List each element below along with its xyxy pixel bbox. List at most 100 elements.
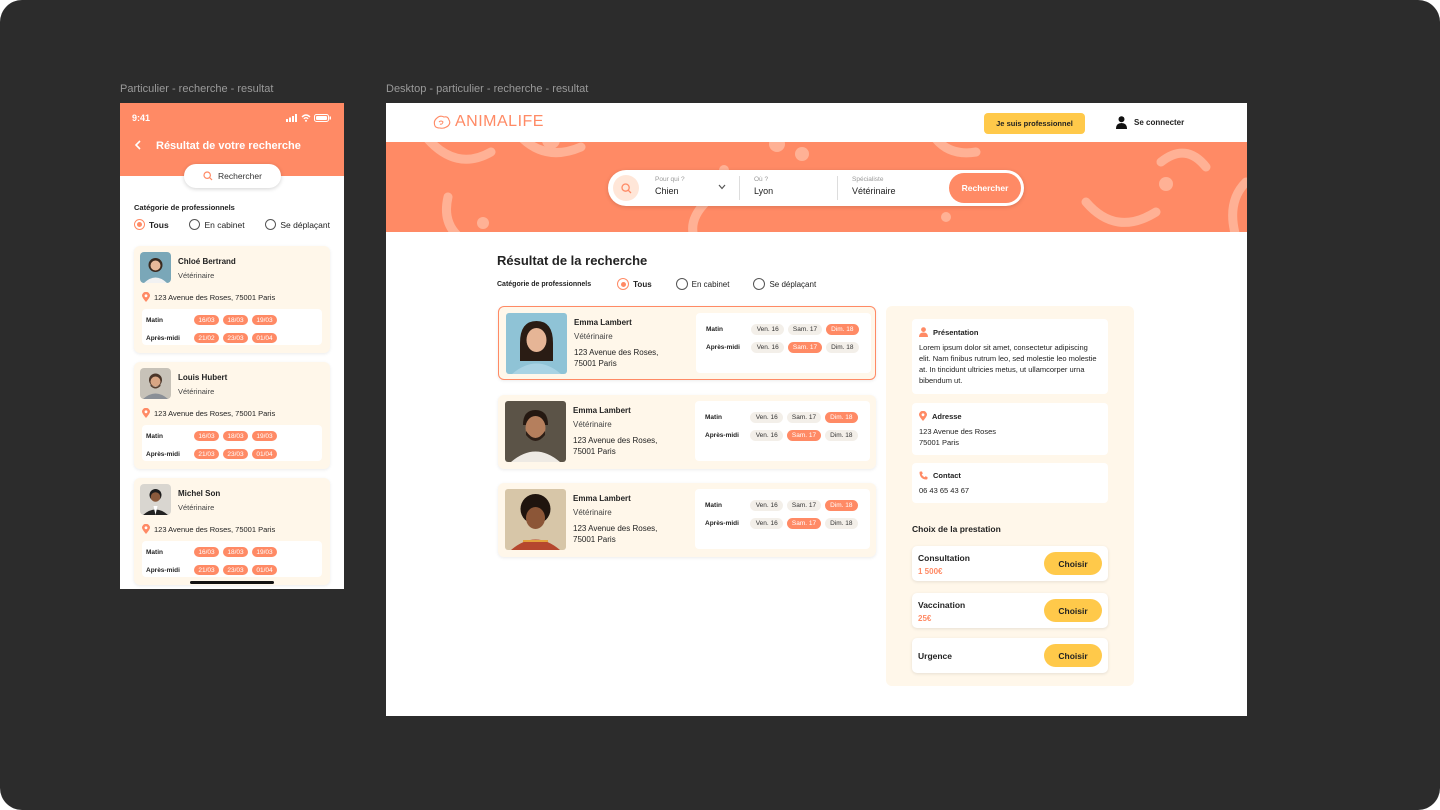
mobile-body: Catégorie de professionnels Tous En cabi… — [120, 203, 344, 230]
mobile-frame-label: Particulier - recherche - resultat — [120, 83, 274, 95]
slot-pill-available[interactable]: Dim. 18 — [824, 499, 858, 511]
slot-pill[interactable]: 23/03 — [223, 449, 248, 459]
login-link[interactable]: Se connecter — [1116, 116, 1184, 129]
mobile-result-card[interactable]: Louis Hubert Vétérinaire 123 Avenue des … — [134, 362, 330, 469]
pro-role: Vétérinaire — [573, 508, 612, 517]
filter-tous-radio[interactable]: Tous — [134, 219, 169, 230]
contact-title: Contact — [933, 471, 961, 480]
slot-pill[interactable]: 23/03 — [223, 565, 248, 575]
slot-pill-available[interactable]: Dim. 18 — [825, 323, 859, 335]
slot-pill[interactable]: Sam. 17 — [788, 323, 822, 335]
lion-logo-icon — [433, 115, 451, 129]
slot-pill[interactable]: Sam. 17 — [787, 499, 821, 511]
logo[interactable]: ANIMALIFE — [432, 113, 544, 131]
slot-pill[interactable]: 01/04 — [252, 565, 277, 575]
result-card[interactable]: Emma Lambert Vétérinaire 123 Avenue des … — [498, 395, 876, 469]
slot-row-morning: Matin Ven. 16 Sam. 17 Dim. 18 — [705, 411, 862, 423]
slot-label: Matin — [706, 325, 723, 333]
who-field[interactable]: Pour qui ? Chien — [655, 176, 685, 196]
phone-number[interactable]: 06 43 65 43 67 — [919, 485, 1101, 496]
pro-address: 123 Avenue des Roses, 75001 Paris — [574, 348, 659, 368]
slots-box: Matin 16/03 18/03 19/03 Après-midi 21/03 23/0… — [142, 541, 322, 577]
signal-icons — [286, 113, 332, 123]
slot-pill[interactable]: Ven. 16 — [751, 341, 785, 353]
slot-pill[interactable]: Dim. 18 — [825, 341, 859, 353]
mobile-result-card[interactable]: Michel Son Vétérinaire 123 Avenue des Ro… — [134, 478, 330, 585]
slot-label: Après-midi — [146, 566, 180, 574]
mobile-page-title: Résultat de votre recherche — [156, 140, 301, 152]
slot-pill[interactable]: Dim. 18 — [824, 429, 858, 441]
slot-pill[interactable]: Ven. 16 — [750, 429, 784, 441]
service-name: Vaccination — [918, 600, 966, 610]
slot-pill[interactable]: Ven. 16 — [750, 411, 784, 423]
result-card[interactable]: Emma Lambert Vétérinaire 123 Avenue des … — [498, 483, 876, 557]
slot-pill[interactable]: 19/03 — [252, 547, 277, 557]
specialist-field[interactable]: Spécialiste Vétérinaire — [852, 176, 896, 196]
status-bar: 9:41 — [132, 113, 332, 123]
desktop-frame-label: Desktop - particulier - recherche - resu… — [386, 83, 589, 95]
address-text: 123 Avenue des Roses, 75001 Paris — [154, 292, 276, 302]
slot-pill[interactable]: 18/03 — [223, 315, 248, 325]
mobile-result-card[interactable]: Chloé Bertrand Vétérinaire 123 Avenue de… — [134, 246, 330, 353]
address-text: 123 Avenue des Roses 75001 Paris — [919, 426, 1101, 448]
service-item: Vaccination 25€ Choisir — [912, 593, 1108, 628]
slot-pill[interactable]: 21/03 — [194, 565, 219, 575]
phone-icon — [919, 471, 928, 480]
slot-pill[interactable]: 19/03 — [252, 431, 277, 441]
slot-pill[interactable]: Ven. 16 — [750, 517, 784, 529]
slot-pill[interactable]: 18/03 — [223, 431, 248, 441]
person-icon — [919, 327, 928, 337]
who-value: Chien — [655, 186, 679, 196]
slot-pill[interactable]: Sam. 17 — [787, 411, 821, 423]
slot-pill-available[interactable]: Sam. 17 — [787, 429, 821, 441]
slots-box: Matin Ven. 16 Sam. 17 Dim. 18 Après-midi Ven… — [695, 489, 870, 549]
pro-role: Vétérinaire — [573, 420, 612, 429]
pro-name: Emma Lambert — [573, 406, 631, 415]
slot-pill[interactable]: 19/03 — [252, 315, 277, 325]
slot-pill[interactable]: 16/03 — [194, 547, 219, 557]
radio-label: Se déplaçant — [769, 279, 817, 289]
choose-button[interactable]: Choisir — [1044, 599, 1102, 622]
pro-button[interactable]: Je suis professionnel — [984, 113, 1085, 134]
slot-pill[interactable]: 01/04 — [252, 333, 277, 343]
address-box: Adresse 123 Avenue des Roses 75001 Paris — [912, 403, 1108, 455]
radio-label: En cabinet — [691, 279, 730, 289]
slot-pill[interactable]: 23/03 — [223, 333, 248, 343]
address-title: Adresse — [932, 411, 962, 421]
filter-en-cabinet-radio[interactable]: En cabinet — [675, 278, 730, 290]
slot-pill[interactable]: 16/03 — [194, 431, 219, 441]
back-arrow-icon[interactable] — [134, 139, 142, 153]
where-field[interactable]: Où ? Lyon — [754, 176, 773, 196]
choose-button[interactable]: Choisir — [1044, 552, 1102, 575]
filter-se-deplacant-radio[interactable]: Se déplaçant — [265, 219, 330, 230]
slot-pill[interactable]: 18/03 — [223, 547, 248, 557]
slot-pill[interactable]: 01/04 — [252, 449, 277, 459]
slot-pill[interactable]: 21/02 — [194, 333, 219, 343]
slot-pill[interactable]: 16/03 — [194, 315, 219, 325]
slot-label: Matin — [705, 413, 722, 421]
radio-label: Se déplaçant — [280, 219, 330, 230]
address-heading: Adresse — [919, 411, 1101, 421]
slot-label: Après-midi — [705, 519, 739, 527]
choose-button[interactable]: Choisir — [1044, 644, 1102, 667]
presentation-text: Lorem ipsum dolor sit amet, consectetur … — [919, 343, 1097, 385]
slot-pill-available[interactable]: Dim. 18 — [824, 411, 858, 423]
slot-pill[interactable]: Ven. 16 — [750, 499, 784, 511]
slot-pill[interactable]: Dim. 18 — [824, 517, 858, 529]
contact-box: Contact 06 43 65 43 67 — [912, 463, 1108, 503]
service-item: Consultation 1 500€ Choisir — [912, 546, 1108, 581]
result-card[interactable]: Emma Lambert Vétérinaire 123 Avenue des … — [498, 306, 876, 380]
filter-tous-radio[interactable]: Tous — [617, 278, 652, 290]
slot-pill[interactable]: 21/03 — [194, 449, 219, 459]
slot-pill-available[interactable]: Sam. 17 — [788, 341, 822, 353]
mobile-search-button[interactable]: Rechercher — [184, 164, 281, 188]
chevron-down-icon[interactable] — [718, 184, 726, 190]
user-icon — [1116, 116, 1127, 129]
search-submit-button[interactable]: Rechercher — [949, 173, 1021, 203]
slot-label: Matin — [146, 548, 163, 556]
slot-pill-available[interactable]: Sam. 17 — [787, 517, 821, 529]
filter-se-deplacant-radio[interactable]: Se déplaçant — [753, 278, 816, 290]
specialist-value: Vétérinaire — [852, 186, 896, 196]
filter-en-cabinet-radio[interactable]: En cabinet — [189, 219, 245, 230]
slot-pill[interactable]: Ven. 16 — [751, 323, 785, 335]
